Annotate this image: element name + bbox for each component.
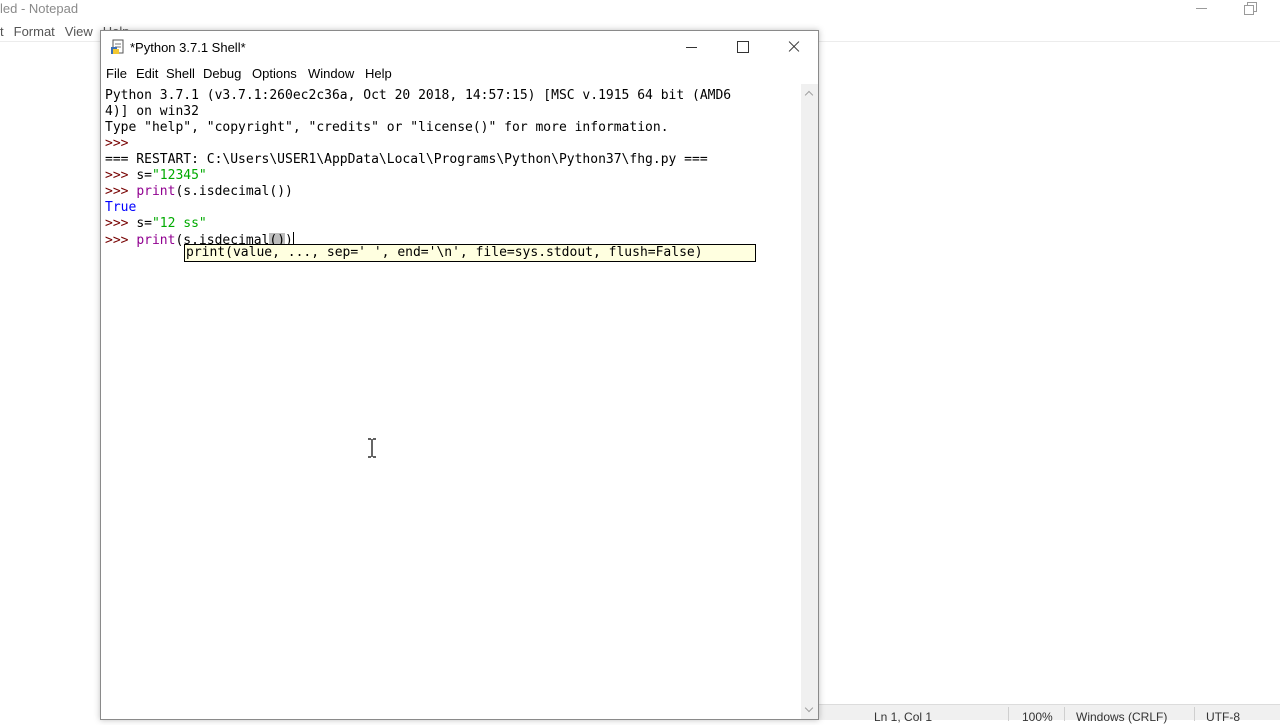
code-line-assign-2: >>> s="12 ss" [105, 216, 207, 232]
scroll-up-arrow-icon[interactable] [805, 89, 814, 98]
string-literal: "12345" [151, 168, 207, 183]
calltip-tooltip: print(value, ..., sep=' ', end='\n', fil… [184, 244, 756, 262]
notepad-restore-icon[interactable] [1244, 2, 1257, 15]
prompt: >>> [105, 233, 137, 248]
banner-line-2: 4)] on win32 [105, 104, 199, 119]
builtin-print: print [136, 184, 176, 199]
code-text: s= [136, 168, 152, 183]
notepad-menu-view[interactable]: View [65, 24, 93, 39]
code-line-print-1: >>> print(s.isdecimal()) [105, 184, 293, 200]
string-literal: "12 ss" [151, 216, 207, 231]
status-divider [1194, 707, 1195, 721]
banner-line-3: Type "help", "copyright", "credits" or "… [105, 120, 669, 135]
maximize-button[interactable] [719, 31, 765, 63]
close-button[interactable] [770, 31, 816, 63]
ibeam-cursor-icon [368, 438, 376, 458]
status-position: Ln 1, Col 1 [874, 710, 933, 724]
menu-debug[interactable]: Debug [203, 64, 241, 84]
python-shell-window: *Python 3.7.1 Shell* File Edit Shell Deb… [100, 30, 819, 720]
status-divider [1008, 707, 1009, 721]
status-encoding: UTF-8 [1206, 710, 1240, 724]
shell-title: *Python 3.7.1 Shell* [130, 40, 246, 55]
code-text: (s.isdecimal()) [175, 184, 293, 199]
builtin-print: print [136, 233, 176, 248]
restart-line: === RESTART: C:\Users\USER1\AppData\Loca… [105, 152, 708, 167]
notepad-titlebar: led - Notepad [0, 0, 1280, 18]
prompt: >>> [105, 168, 137, 183]
prompt-line: >>> [105, 136, 137, 151]
menu-window[interactable]: Window [308, 64, 354, 84]
menu-file[interactable]: File [106, 64, 127, 84]
menu-options[interactable]: Options [252, 64, 297, 84]
python-app-icon [111, 39, 124, 54]
vertical-scrollbar[interactable] [801, 84, 818, 719]
prompt: >>> [105, 184, 137, 199]
status-line-ending: Windows (CRLF) [1076, 710, 1168, 724]
scroll-down-arrow-icon[interactable] [805, 705, 814, 714]
notepad-title: led - Notepad [0, 1, 79, 16]
menu-edit[interactable]: Edit [136, 64, 158, 84]
minimize-button[interactable] [668, 31, 714, 63]
shell-menubar: File Edit Shell Debug Options Window Hel… [101, 64, 818, 84]
notepad-minimize-icon[interactable] [1196, 0, 1210, 18]
shell-titlebar[interactable]: *Python 3.7.1 Shell* [101, 31, 818, 63]
status-zoom: 100% [1022, 710, 1053, 724]
code-text: s= [136, 216, 152, 231]
notepad-menu-format[interactable]: Format [14, 24, 55, 39]
menu-shell[interactable]: Shell [166, 64, 195, 84]
menu-help[interactable]: Help [365, 64, 392, 84]
shell-text-area[interactable]: Python 3.7.1 (v3.7.1:260ec2c36a, Oct 20 … [101, 84, 801, 719]
banner-line-1: Python 3.7.1 (v3.7.1:260ec2c36a, Oct 20 … [105, 88, 732, 103]
status-divider [1064, 707, 1065, 721]
output-line: True [105, 200, 137, 215]
notepad-statusbar: Ln 1, Col 1 100% Windows (CRLF) UTF-8 [818, 704, 1280, 724]
prompt: >>> [105, 216, 137, 231]
notepad-menu-partial[interactable]: t [0, 24, 4, 39]
code-line-assign-1: >>> s="12345" [105, 168, 207, 184]
